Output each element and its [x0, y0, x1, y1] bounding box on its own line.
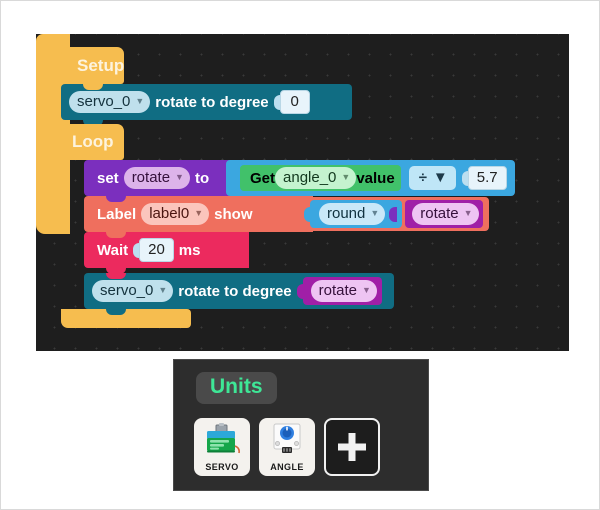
chevron-down-icon: ▼	[463, 208, 473, 219]
round-function-block[interactable]: round ▼	[310, 200, 403, 228]
set-variable-dropdown[interactable]: rotate ▼	[123, 166, 190, 190]
rotate-variable-block[interactable]: rotate ▼	[405, 200, 483, 228]
units-list: SERVO ANGLE	[194, 418, 380, 476]
arithmetic-expression-block[interactable]: Get angle_0 ▼ value ÷ ▼ 5.7	[226, 160, 515, 196]
setup-block-label: Setup	[77, 55, 125, 75]
unit-card-servo[interactable]: SERVO	[194, 418, 250, 476]
label-show-block[interactable]: Label label0 ▼ show	[84, 196, 313, 238]
angle-potentiometer-icon	[273, 423, 301, 453]
sensor-dropdown[interactable]: angle_0 ▼	[275, 166, 357, 190]
label-target-value: label0	[149, 204, 190, 222]
chevron-down-icon: ▼	[158, 285, 168, 296]
get-keyword-label: Get	[250, 169, 276, 187]
servo-device-value-setup: servo_0	[77, 92, 131, 110]
set-to-label: to	[194, 169, 210, 187]
units-title-text: Units	[210, 375, 263, 398]
operand-input[interactable]: 5.7	[467, 166, 507, 190]
chevron-down-icon: ▼	[370, 208, 380, 219]
servo-bottom-notch-cut	[106, 273, 126, 279]
round-function-dropdown[interactable]: round ▼	[319, 202, 386, 226]
rotate-variable-dropdown[interactable]: rotate ▼	[412, 202, 479, 226]
unit-label-angle: ANGLE	[270, 462, 304, 472]
sensor-value: angle_0	[283, 168, 337, 186]
loop-block-header[interactable]: Loop	[61, 124, 124, 160]
unit-card-angle[interactable]: ANGLE	[259, 418, 315, 476]
servo-device-dropdown-loop[interactable]: servo_0 ▼	[92, 279, 174, 303]
servo-degree-variable-dropdown[interactable]: rotate ▼	[310, 279, 377, 303]
round-function-value: round	[327, 204, 366, 222]
set-variable-value: rotate	[131, 168, 171, 186]
setup-block[interactable]: Setup	[61, 47, 124, 90]
units-panel: Units SERVO ANGLE	[173, 359, 429, 491]
plus-icon	[338, 433, 366, 461]
label-show-keyword: show	[214, 205, 253, 223]
chevron-down-icon: ▼	[175, 172, 184, 183]
sensor-property-label: value	[356, 169, 395, 187]
unit-label-servo: SERVO	[205, 462, 239, 472]
servo-action-label-setup: rotate to degree	[155, 93, 269, 111]
servo-device-dropdown-setup[interactable]: servo_0 ▼	[69, 90, 151, 114]
operator-symbol: ÷	[418, 169, 427, 186]
servo-degree-input-setup[interactable]: 0	[279, 90, 310, 114]
servo-bottom-notch-down	[106, 308, 126, 315]
rotate-variable-value: rotate	[420, 204, 459, 222]
operator-dropdown[interactable]: ÷ ▼	[408, 166, 456, 190]
wait-duration-input[interactable]: 20	[139, 238, 174, 262]
chevron-down-icon: ▼	[341, 172, 351, 183]
add-unit-button[interactable]	[324, 418, 380, 476]
label-keyword: Label	[97, 205, 137, 223]
round-arg-plug	[389, 206, 398, 222]
loop-block-foot[interactable]	[61, 309, 191, 328]
set-keyword-label: set	[97, 169, 119, 187]
servo-top-notch-cut	[83, 84, 103, 90]
get-sensor-value-block[interactable]: Get angle_0 ▼ value	[240, 165, 401, 191]
label-row-notch-cut	[106, 196, 126, 202]
wait-row-notch-cut	[106, 232, 126, 238]
chevron-down-icon: ▼	[135, 96, 145, 107]
label-value-slot[interactable]: round ▼ rotate ▼	[294, 197, 489, 231]
wait-unit-label: ms	[178, 241, 201, 259]
servo-degree-variable-block[interactable]: rotate ▼	[302, 277, 382, 305]
servo-rotate-block-setup[interactable]: servo_0 ▼ rotate to degree 0	[61, 84, 352, 126]
app-page: Setup servo_0 ▼ rotate to degree 0 Loop …	[0, 0, 600, 510]
chevron-down-icon: ▼	[194, 208, 204, 219]
servo-rotate-block-loop[interactable]: servo_0 ▼ rotate to degree rotate ▼	[84, 273, 394, 315]
units-panel-title: Units	[196, 372, 277, 404]
chevron-down-icon: ▼	[432, 169, 448, 186]
servo-motor-icon	[207, 423, 240, 454]
servo-action-label-loop: rotate to degree	[178, 282, 292, 300]
label-target-dropdown[interactable]: label0 ▼	[141, 202, 210, 226]
loop-block-label: Loop	[72, 132, 114, 151]
wait-keyword: Wait	[97, 241, 129, 259]
servo-device-value-loop: servo_0	[100, 281, 154, 299]
servo-degree-variable-value: rotate	[318, 281, 358, 299]
wait-block[interactable]: Wait 20 ms	[84, 232, 249, 274]
block-workspace-canvas[interactable]: Setup servo_0 ▼ rotate to degree 0 Loop …	[36, 34, 569, 351]
chevron-down-icon: ▼	[362, 285, 371, 296]
